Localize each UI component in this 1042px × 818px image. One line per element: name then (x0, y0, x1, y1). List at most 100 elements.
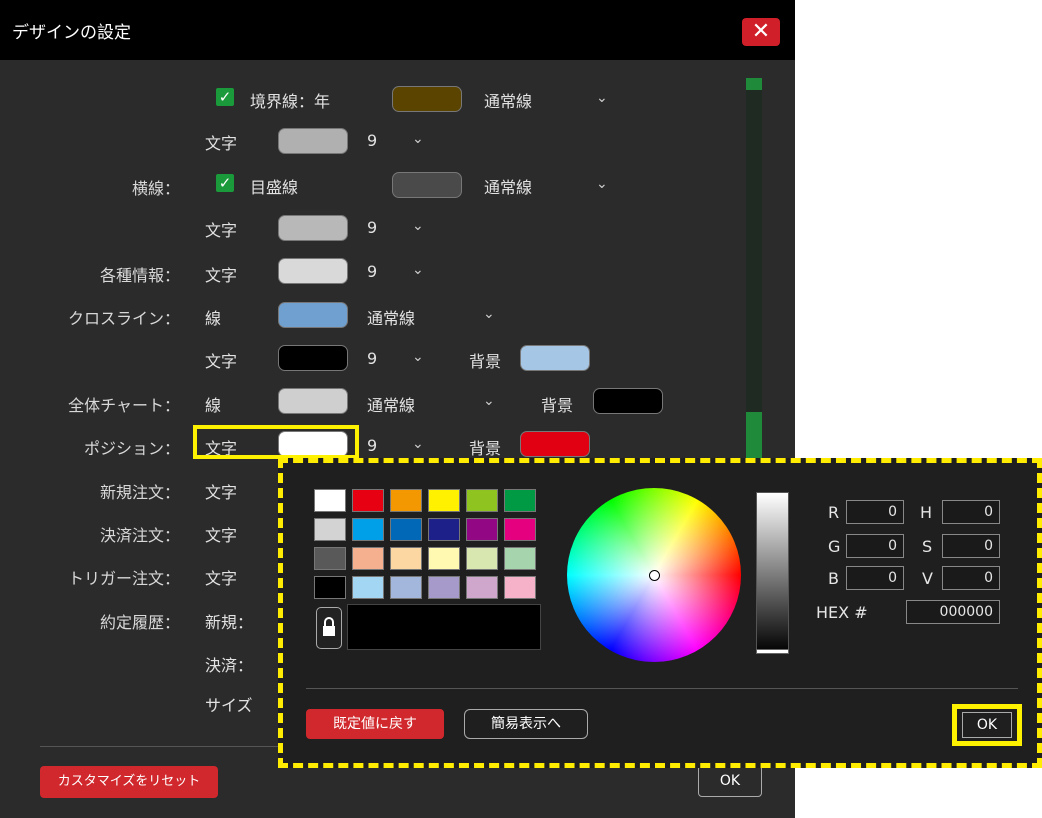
crossline-bg-label: 背景 (469, 352, 502, 371)
palette-swatch[interactable] (504, 547, 536, 570)
palette-swatch[interactable] (352, 547, 384, 570)
border-year-text-size[interactable]: 9 (367, 131, 377, 150)
palette-swatch[interactable] (390, 576, 422, 599)
chevron-down-icon[interactable]: ⌄ (483, 306, 495, 322)
border-year-label: 境界線：年 (250, 92, 331, 111)
h-field[interactable]: 0 (942, 500, 1000, 524)
chevron-down-icon[interactable]: ⌄ (483, 393, 495, 409)
info-text-size[interactable]: 9 (367, 262, 377, 281)
palette-swatch[interactable] (504, 518, 536, 541)
settle-order-section-label: 決済注文： (99, 526, 180, 545)
palette-swatch[interactable] (428, 576, 460, 599)
highlight-box (193, 425, 359, 459)
horizontal-label: 目盛線 (250, 178, 299, 197)
simple-view-button[interactable]: 簡易表示へ (464, 709, 588, 739)
r-field[interactable]: 0 (846, 500, 904, 524)
lock-icon[interactable] (316, 607, 342, 649)
horizontal-text-size[interactable]: 9 (367, 218, 377, 237)
whole-chart-bg-label: 背景 (541, 396, 574, 415)
palette-swatch[interactable] (466, 518, 498, 541)
scrollbar-thumb[interactable] (746, 78, 762, 90)
horizontal-section-label: 横線： (131, 179, 180, 198)
horizontal-color-swatch[interactable] (392, 172, 462, 198)
chevron-down-icon[interactable]: ⌄ (412, 436, 424, 452)
picker-divider (306, 688, 1018, 689)
palette-swatch[interactable] (428, 489, 460, 512)
crossline-bg-color-swatch[interactable] (520, 345, 590, 371)
palette-swatch[interactable] (466, 489, 498, 512)
palette-swatch[interactable] (428, 518, 460, 541)
palette-swatch[interactable] (390, 489, 422, 512)
whole-chart-bg-color-swatch[interactable] (593, 388, 663, 414)
horizontal-text-color-swatch[interactable] (278, 215, 348, 241)
palette-swatch[interactable] (352, 576, 384, 599)
h-label: H (920, 503, 933, 522)
crossline-text-size[interactable]: 9 (367, 349, 377, 368)
horizontal-checkbox[interactable]: ✓ (216, 174, 234, 192)
palette-swatch[interactable] (466, 576, 498, 599)
settle-order-text-label: 文字 (205, 526, 238, 545)
restore-default-button[interactable]: 既定値に戻す (306, 709, 444, 739)
execution-settle-label: 決済： (205, 656, 254, 675)
whole-chart-line-label: 線 (205, 396, 222, 415)
g-field[interactable]: 0 (846, 534, 904, 558)
palette-swatch[interactable] (352, 489, 384, 512)
chevron-down-icon[interactable]: ⌄ (412, 262, 424, 278)
whole-chart-style[interactable]: 通常線 (367, 392, 415, 416)
border-year-checkbox[interactable]: ✓ (216, 88, 234, 106)
color-preview (347, 604, 541, 650)
color-wheel-marker[interactable] (649, 570, 660, 581)
chevron-down-icon[interactable]: ⌄ (412, 131, 424, 147)
close-icon[interactable]: ✕ (742, 18, 780, 46)
crossline-color-swatch[interactable] (278, 302, 348, 328)
b-label: B (828, 569, 839, 588)
chevron-down-icon[interactable]: ⌄ (412, 349, 424, 365)
execution-new-label: 新規： (205, 613, 254, 632)
new-order-text-label: 文字 (205, 483, 238, 502)
border-year-text-color-swatch[interactable] (278, 128, 348, 154)
position-text-size[interactable]: 9 (367, 436, 377, 455)
position-section-label: ポジション： (83, 439, 180, 458)
border-year-style[interactable]: 通常線 (484, 88, 532, 112)
info-text-color-swatch[interactable] (278, 258, 348, 284)
palette-swatch[interactable] (314, 489, 346, 512)
v-field[interactable]: 0 (942, 566, 1000, 590)
palette-swatch[interactable] (314, 518, 346, 541)
crossline-style[interactable]: 通常線 (367, 305, 415, 329)
palette-swatch[interactable] (428, 547, 460, 570)
palette-swatch[interactable] (390, 547, 422, 570)
palette-swatch[interactable] (352, 518, 384, 541)
trigger-order-text-label: 文字 (205, 569, 238, 588)
new-order-section-label: 新規注文： (99, 483, 180, 502)
title-bar: デザインの設定 ✕ (0, 0, 795, 60)
hex-field[interactable]: 000000 (906, 600, 1000, 624)
picker-ok-button[interactable]: OK (962, 712, 1012, 738)
palette-swatch[interactable] (314, 547, 346, 570)
palette-swatch[interactable] (466, 547, 498, 570)
palette-swatch[interactable] (314, 576, 346, 599)
palette-swatch[interactable] (504, 576, 536, 599)
b-field[interactable]: 0 (846, 566, 904, 590)
crossline-text-color-swatch[interactable] (278, 345, 348, 371)
chevron-down-icon[interactable]: ⌄ (596, 90, 608, 106)
palette-swatch[interactable] (390, 518, 422, 541)
info-section-label: 各種情報： (99, 266, 180, 285)
whole-chart-color-swatch[interactable] (278, 388, 348, 414)
chevron-down-icon[interactable]: ⌄ (596, 176, 608, 192)
position-bg-color-swatch[interactable] (520, 431, 590, 457)
horizontal-style[interactable]: 通常線 (484, 174, 532, 198)
border-year-text-label: 文字 (205, 134, 238, 153)
v-label: V (922, 569, 933, 588)
s-field[interactable]: 0 (942, 534, 1000, 558)
chevron-down-icon[interactable]: ⌄ (412, 218, 424, 234)
border-year-color-swatch[interactable] (392, 86, 462, 112)
brightness-slider-handle[interactable] (756, 649, 789, 654)
ok-button[interactable]: OK (698, 765, 762, 797)
crossline-section-label: クロスライン： (67, 309, 180, 328)
reset-customize-button[interactable]: カスタマイズをリセット (40, 766, 218, 798)
palette-swatch[interactable] (504, 489, 536, 512)
crossline-text-label: 文字 (205, 352, 238, 371)
crossline-line-label: 線 (205, 309, 222, 328)
brightness-slider[interactable] (756, 492, 789, 654)
execution-size-label: サイズ (205, 696, 253, 715)
